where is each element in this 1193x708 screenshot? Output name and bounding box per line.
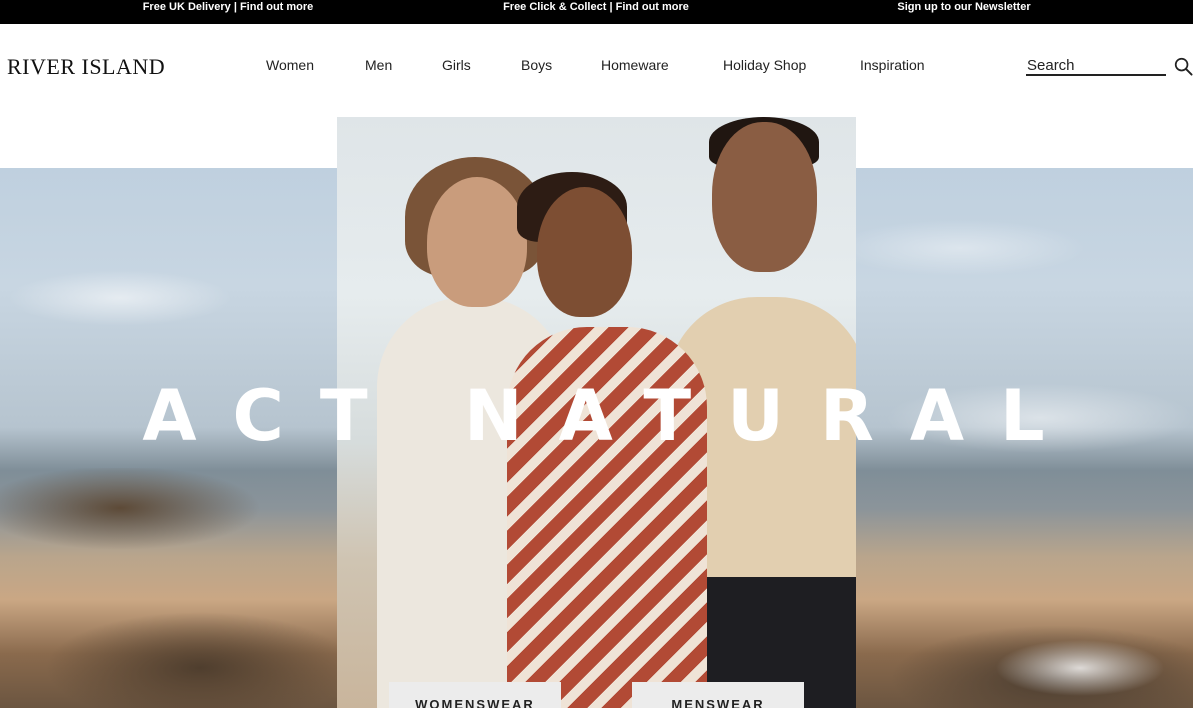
model-face xyxy=(427,177,527,307)
promo-newsletter: Sign up to our Newsletter xyxy=(864,0,1064,14)
promo-delivery-link[interactable]: Find out more xyxy=(240,1,313,13)
promo-click-collect-link[interactable]: Find out more xyxy=(616,1,689,13)
nav-item-girls[interactable]: Girls xyxy=(442,56,471,74)
search-icon[interactable] xyxy=(1174,57,1193,76)
hero-surf xyxy=(960,608,1193,708)
promo-newsletter-link[interactable]: Sign up to our Newsletter xyxy=(897,1,1030,13)
promo-separator: | xyxy=(233,1,237,13)
promo-delivery: Free UK Delivery | Find out more xyxy=(118,0,338,14)
promo-bar: Free UK Delivery | Find out more Free Cl… xyxy=(0,0,1193,24)
hero-headline: ACT NATURAL xyxy=(142,375,1081,457)
hero-rocks-left xyxy=(0,468,337,708)
nav-item-women[interactable]: Women xyxy=(266,56,314,74)
search-input[interactable] xyxy=(1026,56,1166,76)
promo-delivery-text[interactable]: Free UK Delivery xyxy=(143,1,231,13)
nav-item-inspiration[interactable]: Inspiration xyxy=(860,56,925,74)
womenswear-button[interactable]: WOMENSWEAR xyxy=(389,682,561,708)
promo-click-collect: Free Click & Collect | Find out more xyxy=(476,0,716,14)
menswear-button[interactable]: MENSWEAR xyxy=(632,682,804,708)
nav-item-boys[interactable]: Boys xyxy=(521,56,552,74)
river-island-logo[interactable]: RIVER ISLAND xyxy=(7,55,165,79)
nav-item-homeware[interactable]: Homeware xyxy=(601,56,669,74)
promo-click-collect-text[interactable]: Free Click & Collect xyxy=(503,1,606,13)
model-face xyxy=(537,187,632,317)
promo-separator: | xyxy=(609,1,613,13)
model-face xyxy=(712,122,817,272)
page: Free UK Delivery | Find out more Free Cl… xyxy=(0,0,1193,708)
site-header: RIVER ISLAND Women Men Girls Boys Homewa… xyxy=(0,24,1193,117)
nav-item-men[interactable]: Men xyxy=(365,56,392,74)
nav-item-holiday-shop[interactable]: Holiday Shop xyxy=(723,56,806,74)
